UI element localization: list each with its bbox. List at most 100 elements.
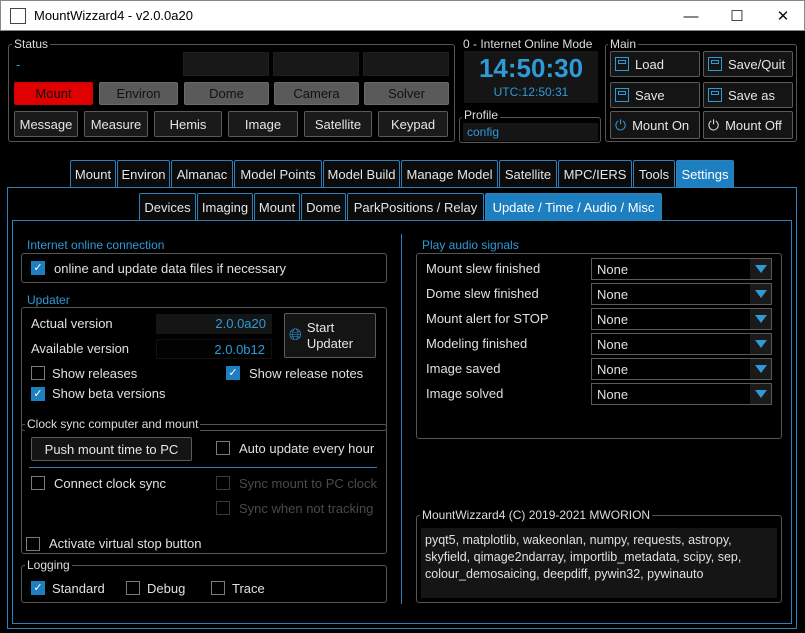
audio-value: None <box>597 336 629 352</box>
logging-debug-label: Debug <box>147 581 186 596</box>
show-beta-checkbox[interactable]: ✓ <box>31 387 45 401</box>
close-button[interactable]: ✕ <box>760 1 805 31</box>
message-button[interactable]: Message <box>14 111 78 137</box>
chevron-down-icon <box>750 359 771 379</box>
virtual-stop-checkbox[interactable] <box>26 537 40 551</box>
tab-settings[interactable]: Settings <box>676 160 734 187</box>
logging-trace-radio[interactable] <box>211 581 225 595</box>
minimize-button[interactable]: — <box>668 1 714 31</box>
start-updater-button[interactable]: 🌐︎ Start Updater <box>284 313 376 358</box>
status-slot <box>363 52 449 76</box>
tab-mpc-iers[interactable]: MPC/IERS <box>558 160 632 187</box>
save-quit-button[interactable]: Save/Quit <box>703 51 793 77</box>
logging-title: Logging <box>25 558 72 572</box>
about-text: pyqt5, matplotlib, wakeonlan, numpy, req… <box>421 528 777 598</box>
satellite-button[interactable]: Satellite <box>304 111 372 137</box>
subtab-update-time-audio-misc[interactable]: Update / Time / Audio / Misc <box>485 193 662 220</box>
mount-on-button[interactable]: ⏻ Mount On <box>610 111 700 139</box>
audio-label-image-solved: Image solved <box>426 386 504 401</box>
audio-select-modeling[interactable]: None <box>591 333 772 355</box>
tab-tools[interactable]: Tools <box>633 160 675 187</box>
online-checkbox-label: online and update data files if necessar… <box>54 261 286 276</box>
environ-status-button[interactable]: Environ <box>99 82 178 105</box>
mount-off-label: Mount Off <box>725 117 782 133</box>
audio-label-dome-slew: Dome slew finished <box>426 286 539 301</box>
sync-not-tracking-checkbox[interactable] <box>216 501 230 515</box>
auto-update-checkbox[interactable] <box>216 441 230 455</box>
audio-select-mount-slew[interactable]: None <box>591 258 772 280</box>
clock-sync-title: Clock sync computer and mount <box>25 417 201 431</box>
connect-clock-sync-checkbox[interactable] <box>31 476 45 490</box>
logging-standard-radio[interactable]: ✓ <box>31 581 45 595</box>
audio-select-mount-alert[interactable]: None <box>591 308 772 330</box>
load-label: Load <box>635 56 664 72</box>
audio-label-modeling: Modeling finished <box>426 336 528 351</box>
clock-display: 14:50:30 UTC:12:50:31 <box>464 51 598 103</box>
tab-manage-model[interactable]: Manage Model <box>401 160 498 187</box>
sync-mount-checkbox[interactable] <box>216 476 230 490</box>
power-icon: ⏻ <box>708 116 720 133</box>
show-release-notes-label: Show release notes <box>249 366 364 381</box>
start-updater-line2: Updater <box>306 335 354 351</box>
app-icon <box>10 8 26 24</box>
logging-debug-radio[interactable] <box>126 581 140 595</box>
main-window: Status - Mount Environ Dome Camera Solve… <box>0 31 805 633</box>
camera-status-button[interactable]: Camera <box>274 82 359 105</box>
measure-button[interactable]: Measure <box>84 111 148 137</box>
audio-select-dome-slew[interactable]: None <box>591 283 772 305</box>
sync-not-tracking-label: Sync when not tracking <box>239 501 374 516</box>
push-mount-time-button[interactable]: Push mount time to PC <box>31 437 192 461</box>
save-icon <box>615 88 629 102</box>
available-version-label: Available version <box>31 341 130 356</box>
internet-title: Internet online connection <box>25 238 167 252</box>
audio-label-mount-alert: Mount alert for STOP <box>426 311 549 326</box>
maximize-button[interactable]: ☐ <box>714 1 760 31</box>
load-icon <box>615 57 629 71</box>
actual-version-value: 2.0.0a20 <box>156 314 272 334</box>
tab-almanac[interactable]: Almanac <box>171 160 233 187</box>
image-button[interactable]: Image <box>228 111 298 137</box>
start-updater-line1: Start <box>306 319 335 335</box>
clock-utc: UTC:12:50:31 <box>493 85 569 99</box>
subtab-parkpositions-relay[interactable]: ParkPositions / Relay <box>347 193 484 220</box>
save-button[interactable]: Save <box>610 82 700 108</box>
about-line: colour_demosaicing, deepdiff, pywin32, p… <box>425 567 704 581</box>
dome-status-button[interactable]: Dome <box>184 82 269 105</box>
subtab-imaging[interactable]: Imaging <box>197 193 253 220</box>
mount-status-button[interactable]: Mount <box>14 82 93 105</box>
mount-on-label: Mount On <box>632 117 690 133</box>
tab-environ[interactable]: Environ <box>117 160 170 187</box>
save-label: Save <box>635 87 665 103</box>
audio-value: None <box>597 261 629 277</box>
tab-satellite[interactable]: Satellite <box>499 160 557 187</box>
show-release-notes-checkbox[interactable]: ✓ <box>226 366 240 380</box>
status-slot <box>183 52 269 76</box>
show-releases-checkbox[interactable] <box>31 366 45 380</box>
load-button[interactable]: Load <box>610 51 700 77</box>
tab-model-points[interactable]: Model Points <box>234 160 322 187</box>
keypad-button[interactable]: Keypad <box>378 111 448 137</box>
online-mode-label: 0 - Internet Online Mode <box>463 37 593 51</box>
available-version-value: 2.0.0b12 <box>156 339 272 359</box>
column-separator <box>401 234 402 604</box>
audio-value: None <box>597 361 629 377</box>
online-checkbox[interactable]: ✓ <box>31 261 45 275</box>
logging-trace-label: Trace <box>232 581 265 596</box>
chevron-down-icon <box>750 259 771 279</box>
mount-off-button[interactable]: ⏻ Mount Off <box>703 111 793 139</box>
chevron-down-icon <box>750 309 771 329</box>
subtab-dome[interactable]: Dome <box>301 193 346 220</box>
audio-select-image-solved[interactable]: None <box>591 383 772 405</box>
subtab-devices[interactable]: Devices <box>139 193 196 220</box>
profile-value: config <box>463 123 598 141</box>
window-title: MountWizzard4 - v2.0.0a20 <box>34 8 193 23</box>
chevron-down-icon <box>750 284 771 304</box>
subtab-mount[interactable]: Mount <box>254 193 300 220</box>
solver-status-button[interactable]: Solver <box>364 82 449 105</box>
tab-mount[interactable]: Mount <box>70 160 116 187</box>
virtual-stop-label: Activate virtual stop button <box>49 536 202 551</box>
hemis-button[interactable]: Hemis <box>154 111 222 137</box>
save-as-button[interactable]: Save as <box>703 82 793 108</box>
tab-model-build[interactable]: Model Build <box>323 160 400 187</box>
audio-select-image-saved[interactable]: None <box>591 358 772 380</box>
